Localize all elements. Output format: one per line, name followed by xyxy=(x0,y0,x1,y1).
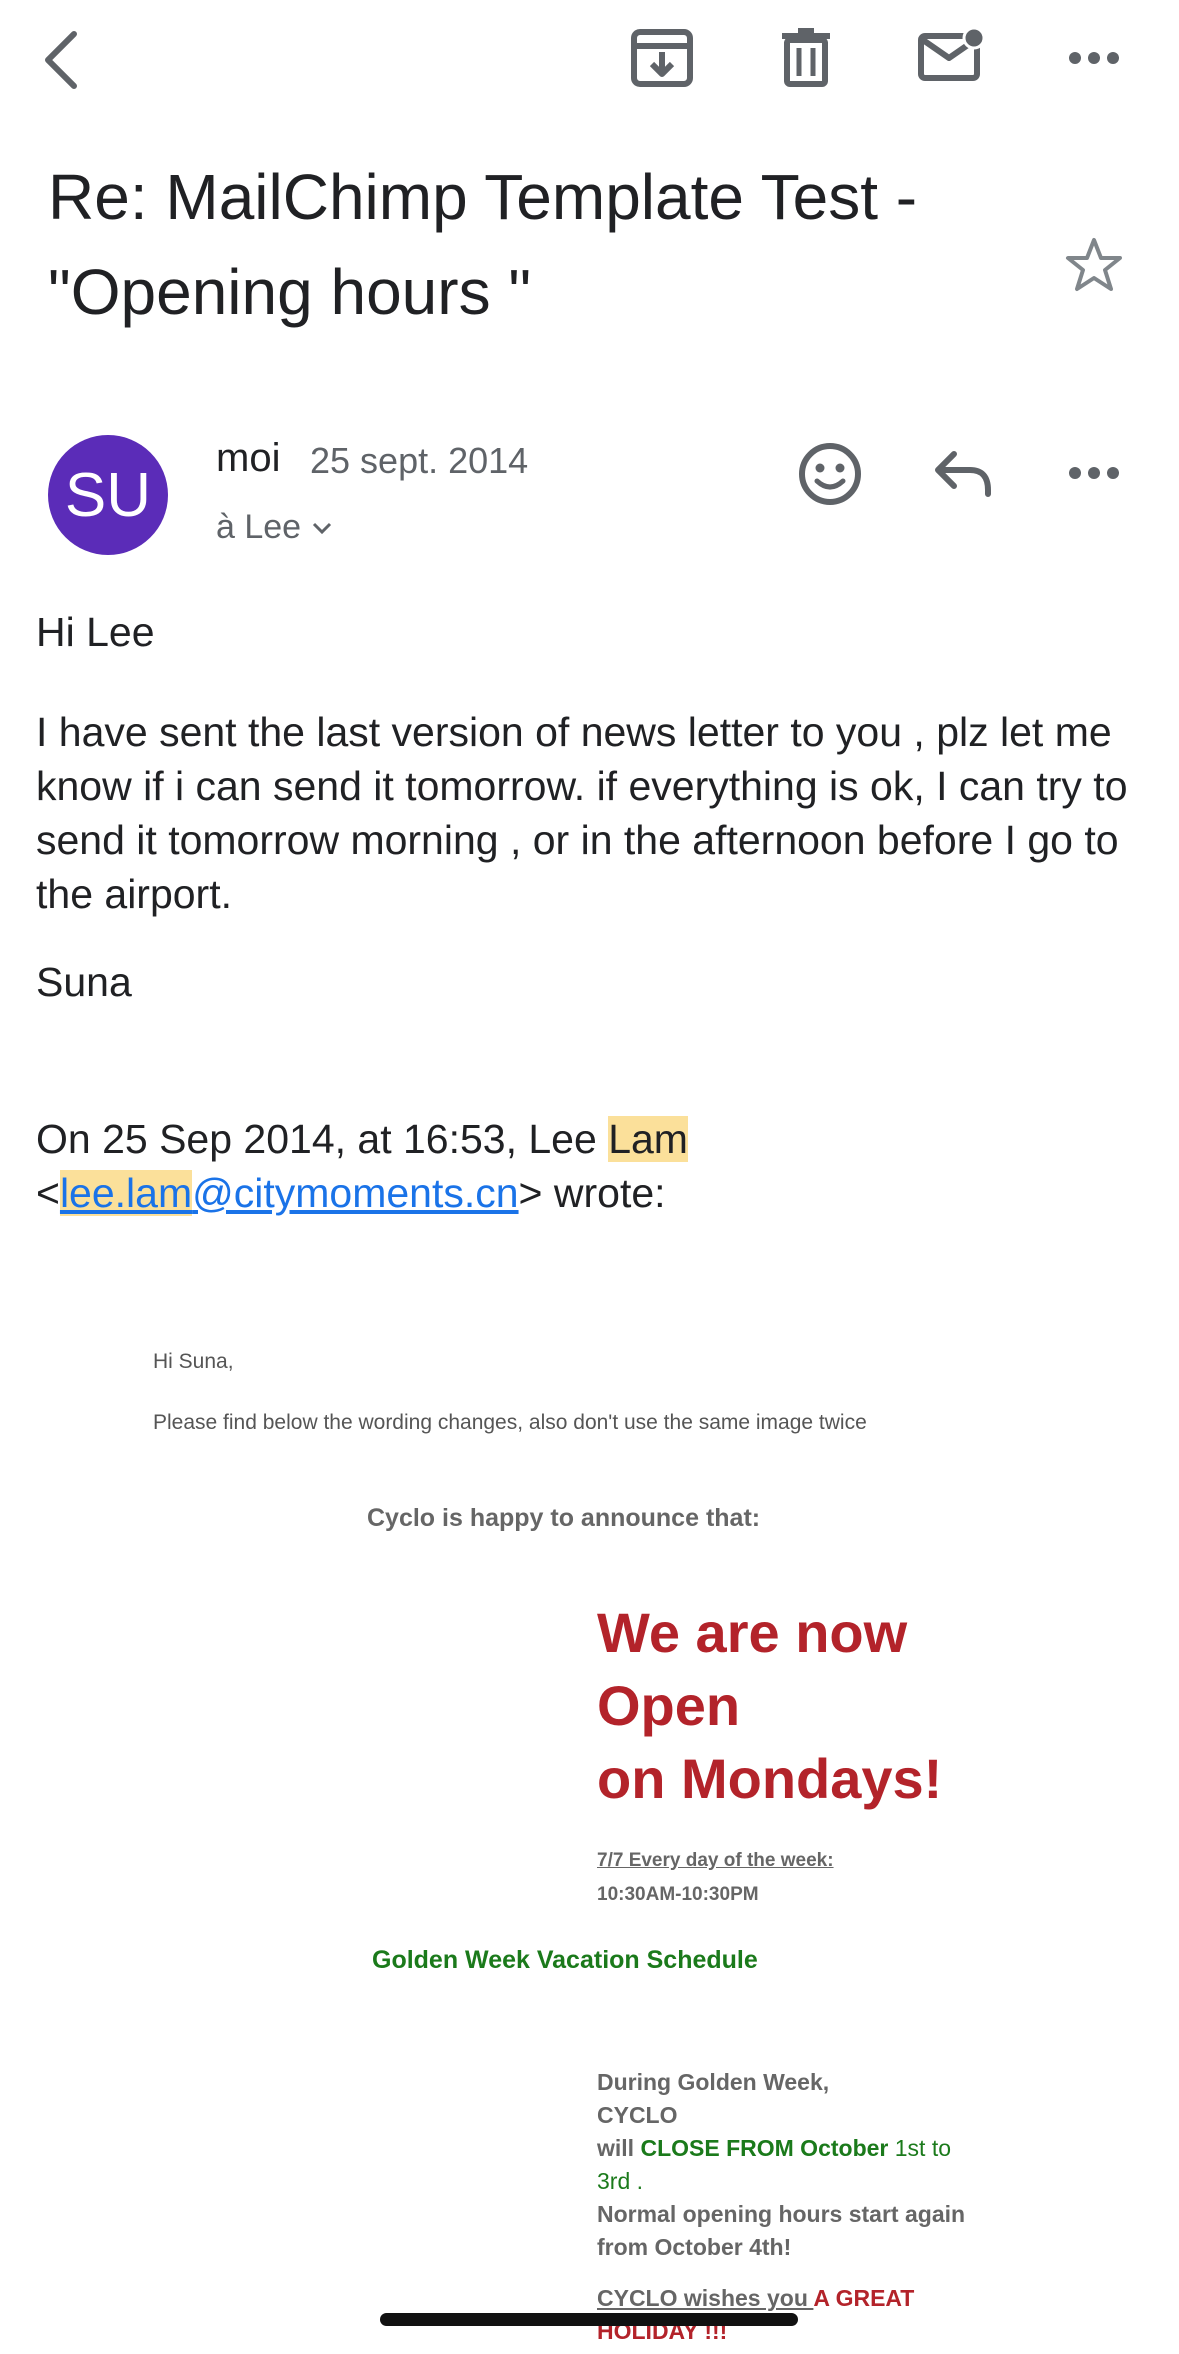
mail-unread-icon[interactable] xyxy=(918,26,984,82)
golden-week-title: Golden Week Vacation Schedule xyxy=(372,1946,758,1974)
more-horizontal-icon[interactable] xyxy=(1068,50,1120,66)
headline-line: on Mondays! xyxy=(597,1747,943,1810)
gw-text: will xyxy=(597,2135,641,2161)
quote-header-text: On 25 Sep 2014, at 16:53, Lee xyxy=(36,1116,609,1162)
emoji-react-icon[interactable] xyxy=(798,442,862,506)
gw-text: CYCLO wishes you xyxy=(597,2285,814,2311)
sender-name: moi xyxy=(216,436,281,480)
headline-line: We are now xyxy=(597,1601,908,1664)
quote-close: > wrote: xyxy=(518,1170,666,1216)
gw-text: . xyxy=(630,2168,644,2194)
email-link-rest: @citymoments.cn xyxy=(192,1170,519,1216)
more-horizontal-icon[interactable] xyxy=(1068,465,1120,481)
quoted-announce: Cyclo is happy to announce that: xyxy=(367,1504,761,1532)
headline-line: Open xyxy=(597,1674,741,1737)
recipient-toggle[interactable]: à Lee xyxy=(216,508,333,547)
gw-emphasis: CLOSE FROM October xyxy=(640,2135,889,2161)
email-date: 25 sept. 2014 xyxy=(310,440,529,481)
gw-line: CYCLO xyxy=(597,2102,678,2128)
home-indicator[interactable] xyxy=(380,2313,798,2326)
gw-line: 3rd . xyxy=(597,2165,965,2198)
quote-open: < xyxy=(36,1170,60,1216)
chevron-down-icon xyxy=(311,521,333,535)
archive-icon[interactable] xyxy=(630,28,694,88)
reply-icon[interactable] xyxy=(932,448,994,498)
hours-value: 10:30AM-10:30PM xyxy=(597,1884,759,1905)
gw-text: 1st to xyxy=(888,2135,952,2161)
golden-week-details: During Golden Week, CYCLO will CLOSE FRO… xyxy=(597,2066,965,2348)
email-subject: Re: MailChimp Template Test - "Opening h… xyxy=(48,161,918,328)
email-link[interactable]: lee.lam@citymoments.cn xyxy=(59,1170,519,1216)
email-greeting: Hi Lee xyxy=(36,609,155,655)
email-signature: Suna xyxy=(36,959,132,1005)
gw-line: During Golden Week, xyxy=(597,2069,830,2095)
hours-label: 7/7 Every day of the week: xyxy=(597,1850,834,1871)
gw-line: will CLOSE FROM October 1st to xyxy=(597,2132,965,2165)
search-highlight: Lam xyxy=(608,1116,688,1162)
gw-line: CYCLO wishes you A GREAT xyxy=(597,2282,965,2315)
recipient-label: à Lee xyxy=(216,508,302,546)
gw-text: 3rd xyxy=(597,2168,631,2194)
quote-header: On 25 Sep 2014, at 16:53, Lee Lam <lee.l… xyxy=(36,1112,1146,1220)
quoted-intro: Please find below the wording changes, a… xyxy=(153,1411,867,1434)
quoted-greeting: Hi Suna, xyxy=(153,1350,234,1373)
gw-line: Normal opening hours start again xyxy=(597,2201,966,2227)
back-arrow-icon[interactable] xyxy=(40,28,84,92)
trash-icon[interactable] xyxy=(780,26,832,88)
search-highlight: lee.lam xyxy=(59,1170,193,1216)
avatar[interactable]: SU xyxy=(48,435,168,555)
gw-line: from October 4th! xyxy=(597,2234,792,2260)
star-icon[interactable] xyxy=(1064,236,1124,294)
gw-emphasis: A GREAT xyxy=(813,2285,915,2311)
headline: We are now Open on Mondays! xyxy=(597,1596,942,1815)
email-paragraph: I have sent the last version of news let… xyxy=(36,709,1128,917)
